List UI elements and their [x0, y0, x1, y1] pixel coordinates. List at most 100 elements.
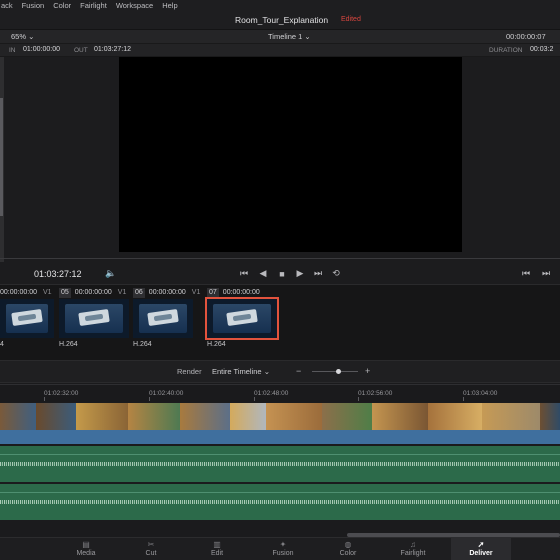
edit-icon: ▥ — [213, 539, 221, 549]
clip-timecode: 00:00:00:00 — [0, 289, 37, 296]
ruler-label: 01:02:40:00 — [149, 390, 184, 397]
render-label: Render — [177, 367, 202, 376]
tab-label: Color — [339, 549, 357, 557]
tab-media[interactable]: ▤ Media — [58, 537, 114, 560]
ruler-tick — [44, 397, 45, 401]
zoom-slider-handle[interactable] — [336, 369, 341, 374]
clip-item[interactable]: 06 00:00:00:00 V1 H.264 — [133, 287, 205, 351]
cut-icon: ✂ — [147, 539, 155, 549]
menu-fairlight[interactable]: Fairlight — [77, 1, 110, 10]
ruler-tick — [149, 397, 150, 401]
tab-label: Fusion — [272, 549, 294, 557]
clip-thumbnail — [59, 299, 129, 338]
clip-item[interactable]: 00:00:00:00 V1 4 — [0, 287, 56, 351]
zoom-value: 65% — [11, 32, 27, 41]
current-timecode: 01:03:27:12 — [34, 269, 82, 279]
clip-codec: H.264 — [207, 341, 226, 348]
tab-edit[interactable]: ▥ Edit — [189, 537, 245, 560]
tab-deliver[interactable]: ➚ Deliver — [451, 537, 511, 560]
clip-track: V1 — [191, 289, 201, 296]
go-to-end-icon[interactable]: ⏭ — [312, 268, 324, 279]
left-panel-scrollbar[interactable] — [0, 98, 3, 216]
loop-icon[interactable]: ⟲ — [330, 268, 342, 279]
render-range-value: Entire Timeline — [212, 367, 262, 376]
duration-value: 00:03:2 — [530, 46, 554, 53]
audio-track-1[interactable] — [0, 446, 560, 482]
ruler-tick — [463, 397, 464, 401]
project-title: Room_Tour_Explanation — [235, 15, 329, 25]
out-value: 01:03:27:12 — [94, 46, 131, 53]
viewer-scrub-bar[interactable] — [0, 258, 560, 259]
tab-cut[interactable]: ✂ Cut — [123, 537, 179, 560]
clip-header: 00:00:00:00 V1 — [0, 287, 56, 298]
ruler-label: 01:03:04:00 — [463, 390, 498, 397]
media-icon: ▤ — [82, 539, 90, 549]
menu-playback[interactable]: ack — [0, 1, 16, 10]
clip-header: 06 00:00:00:00 V1 — [133, 287, 205, 298]
ruler-divider — [0, 384, 560, 385]
clip-item-selected[interactable]: 07 00:00:00:00 H.264 — [205, 287, 279, 351]
next-clip-icon[interactable]: ⏭ — [540, 268, 552, 279]
tab-fairlight[interactable]: ♫ Fairlight — [385, 537, 441, 560]
timeline-dropdown[interactable]: Timeline 1 ⌄ — [268, 32, 311, 41]
tab-label: Deliver — [469, 549, 493, 557]
clip-header: 05 00:00:00:00 V1 — [59, 287, 131, 298]
clip-number: 05 — [59, 287, 71, 298]
ruler-label: 01:02:32:00 — [44, 390, 79, 397]
clip-number: 06 — [133, 287, 145, 298]
clip-codec: H.264 — [59, 341, 78, 348]
tab-label: Fairlight — [400, 549, 426, 557]
clip-thumbnail — [205, 297, 279, 340]
fusion-icon: ✦ — [279, 539, 287, 549]
deliver-icon: ➚ — [477, 539, 485, 549]
clip-timecode: 00:00:00:00 — [222, 289, 260, 296]
render-bar — [0, 360, 560, 382]
video-viewer[interactable] — [119, 57, 462, 252]
ruler-tick — [358, 397, 359, 401]
menu-bar: ack Fusion Color Fairlight Workspace Hel… — [0, 0, 560, 11]
play-reverse-icon[interactable]: ◀ — [257, 268, 269, 279]
ruler-label: 01:02:48:00 — [254, 390, 289, 397]
clip-codec: H.264 — [133, 341, 152, 348]
tab-label: Cut — [145, 549, 157, 557]
menu-workspace[interactable]: Workspace — [113, 1, 156, 10]
clip-header: 07 00:00:00:00 — [207, 287, 279, 298]
audio-track-2[interactable] — [0, 484, 560, 520]
viewer-timecode: 00:00:00:07 — [506, 32, 546, 41]
ruler-tick — [254, 397, 255, 401]
zoom-out-icon[interactable]: − — [296, 366, 301, 376]
chevron-down-icon: ⌄ — [263, 367, 270, 376]
in-label: IN — [9, 47, 16, 54]
go-to-start-icon[interactable]: ⏮ — [238, 268, 250, 279]
menu-fusion[interactable]: Fusion — [19, 1, 48, 10]
zoom-in-icon[interactable]: + — [365, 366, 370, 376]
render-range-dropdown[interactable]: Entire Timeline ⌄ — [212, 367, 270, 376]
video-track-thumbnails[interactable] — [0, 403, 560, 432]
tab-label: Media — [76, 549, 96, 557]
in-value: 01:00:00:00 — [23, 46, 60, 53]
video-clip-bar[interactable] — [0, 430, 560, 444]
color-icon: ◍ — [344, 539, 352, 549]
tab-label: Edit — [210, 549, 224, 557]
previous-clip-icon[interactable]: ⏮ — [520, 268, 532, 279]
stop-icon[interactable]: ■ — [276, 268, 288, 279]
chevron-down-icon: ⌄ — [28, 32, 35, 41]
tab-color[interactable]: ◍ Color — [320, 537, 376, 560]
menu-help[interactable]: Help — [159, 1, 180, 10]
clip-codec: 4 — [0, 341, 4, 348]
timeline-zoom-slider[interactable] — [312, 371, 358, 372]
clip-track: V1 — [42, 289, 52, 296]
clip-thumbnail — [0, 299, 54, 338]
clip-timecode: 00:00:00:00 — [74, 289, 112, 296]
speaker-icon[interactable]: 🔈 — [105, 268, 117, 279]
clip-item[interactable]: 05 00:00:00:00 V1 H.264 — [59, 287, 131, 351]
clip-number: 07 — [207, 287, 219, 298]
chevron-down-icon: ⌄ — [304, 32, 311, 41]
menu-color[interactable]: Color — [50, 1, 74, 10]
zoom-dropdown[interactable]: 65% ⌄ — [11, 32, 34, 41]
duration-label: DURATION — [489, 47, 523, 54]
play-icon[interactable]: ▶ — [294, 268, 306, 279]
fairlight-icon: ♫ — [410, 539, 416, 549]
clip-thumbnail — [133, 299, 193, 338]
tab-fusion[interactable]: ✦ Fusion — [255, 537, 311, 560]
